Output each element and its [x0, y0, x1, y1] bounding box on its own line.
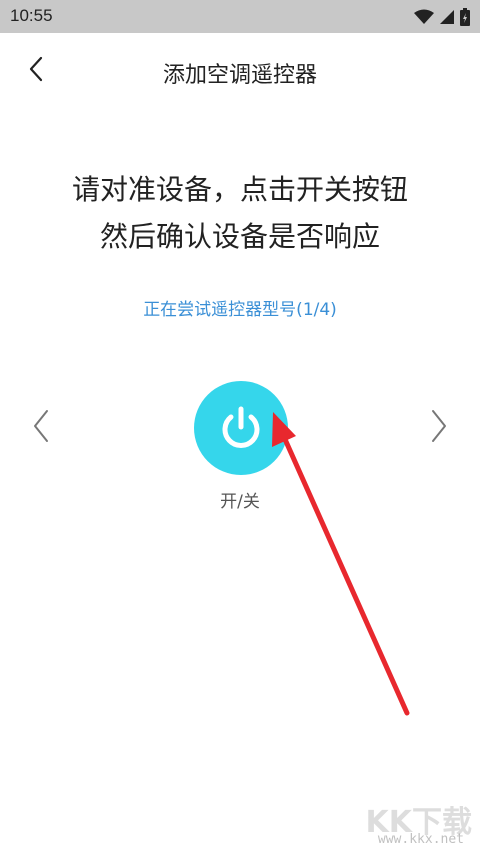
watermark: KK下载 www.kkx.net — [352, 797, 473, 847]
next-model-button[interactable] — [426, 406, 452, 446]
model-attempt-status: 正在尝试遥控器型号(1/4) — [143, 300, 337, 320]
status-bar: 10:55 — [0, 0, 480, 33]
wifi-icon — [414, 9, 434, 24]
signal-icon — [440, 10, 454, 24]
chevron-right-icon — [432, 410, 446, 442]
battery-icon — [460, 8, 470, 26]
header: 添加空调遥控器 — [0, 33, 480, 105]
watermark-url: www.kkx.net — [377, 832, 464, 847]
page-title: 添加空调遥控器 — [162, 63, 317, 88]
status-icons — [414, 8, 470, 26]
instruction-line-1: 请对准设备，点击开关按钮 — [71, 173, 408, 206]
chevron-left-icon — [34, 410, 48, 442]
power-icon — [222, 406, 260, 448]
previous-model-button[interactable] — [28, 406, 54, 446]
instruction-line-2: 然后确认设备是否响应 — [99, 220, 380, 253]
power-button-label: 开/关 — [220, 492, 260, 512]
power-button[interactable] — [194, 381, 288, 475]
status-time: 10:55 — [10, 6, 53, 25]
